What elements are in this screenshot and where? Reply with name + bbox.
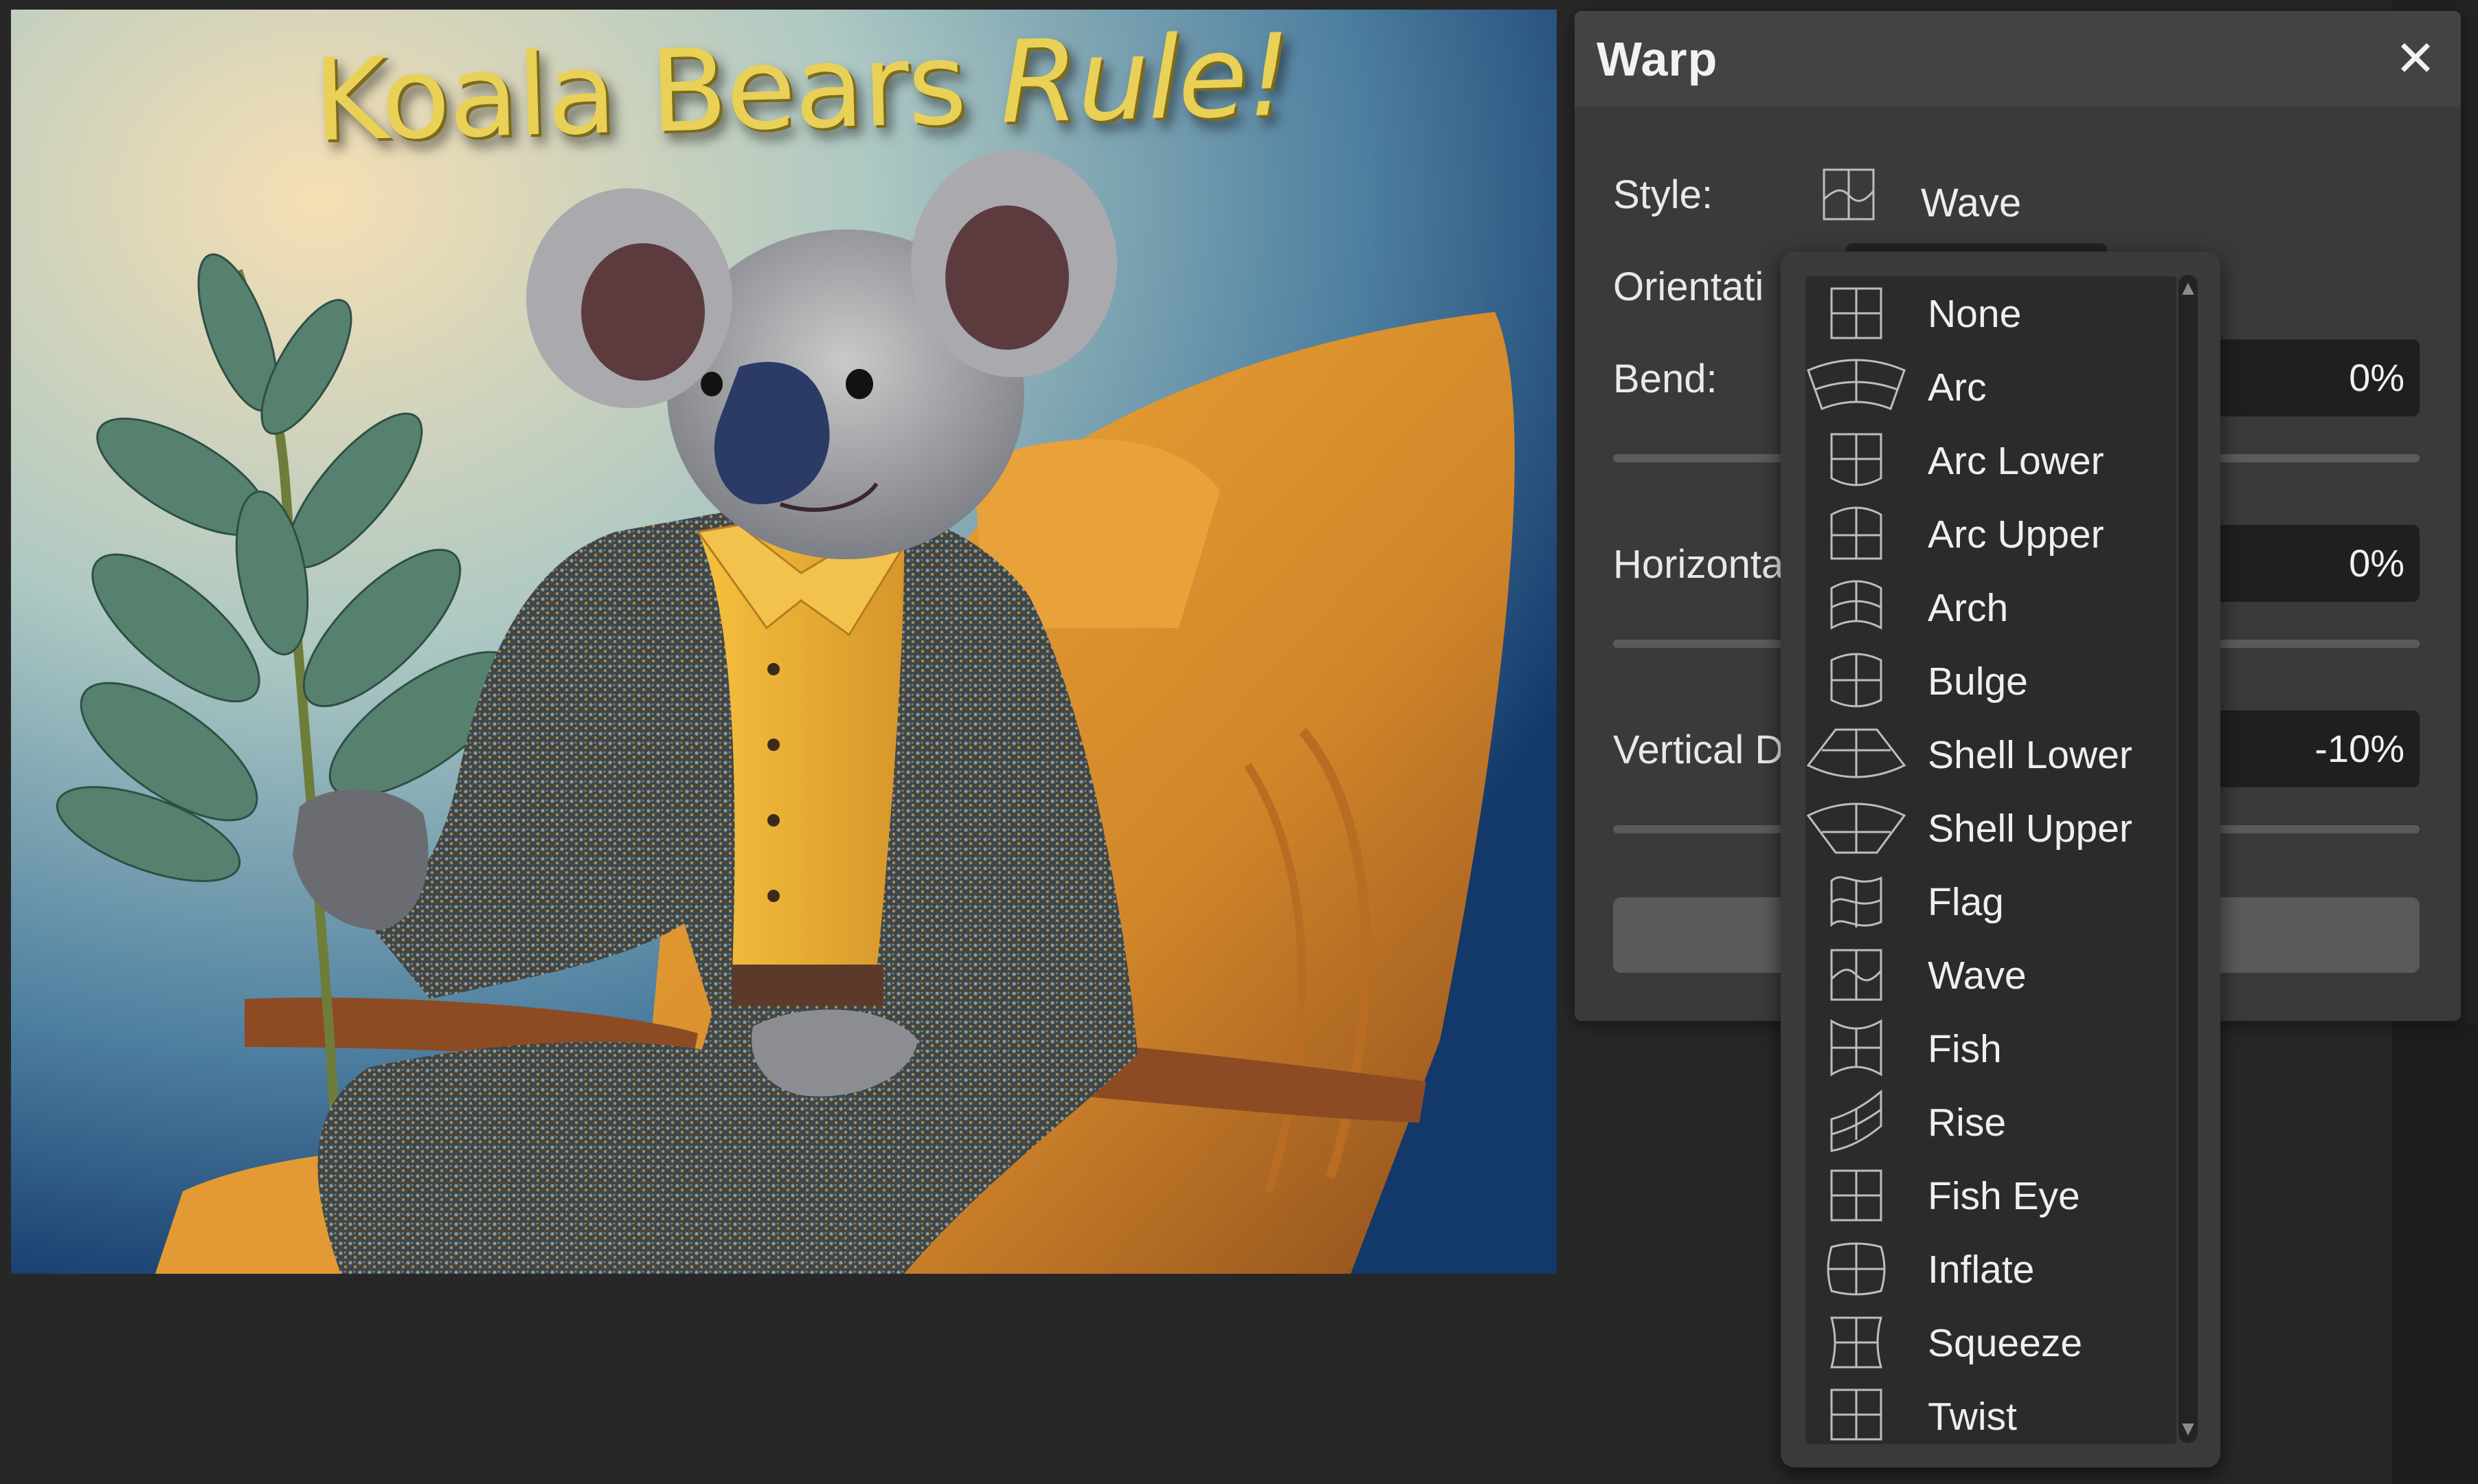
warp-style-option-label: None [1928,292,2022,336]
vertical-distortion-value-field[interactable]: -10% [2214,710,2420,787]
warp-style-option-label: Arc Upper [1928,513,2104,556]
warp-style-option-inflate[interactable]: Inflate [1805,1232,2176,1305]
artwork-title-emphasis: Rule! [998,10,1292,149]
warp-inflate-icon [1827,1242,1886,1296]
bend-label: Bend: [1613,357,1717,401]
warp-arc-lower-icon [1830,433,1882,486]
warp-arc-upper-icon [1830,506,1882,560]
horizontal-distortion-label: Horizonta [1613,542,1784,587]
warp-style-option-label: Twist [1928,1395,2017,1439]
warp-style-option-rise[interactable]: Rise [1805,1085,2176,1158]
warp-style-option-bulge[interactable]: Bulge [1805,644,2176,717]
style-dropdown-value[interactable]: Wave [1921,180,2021,226]
orientation-label: Orientati [1613,265,1764,309]
close-button[interactable]: ✕ [2388,32,2443,87]
warp-style-option-shell-lower[interactable]: Shell Lower [1805,717,2176,791]
warp-squeeze-icon [1830,1316,1882,1369]
horizontal-distortion-value-field[interactable]: 0% [2214,525,2420,602]
warp-twist-icon [1830,1389,1882,1441]
artwork-title-text: Koala Bears Rule! [312,10,1292,167]
warp-style-option-label: Flag [1928,880,2004,924]
dropdown-scrollbar[interactable]: ▲ ▼ [2174,275,2202,1443]
warp-style-option-shell-upper[interactable]: Shell Upper [1805,791,2176,864]
right-panel-lower-strip [2392,1024,2478,1484]
warp-style-option-label: Bulge [1928,660,2028,704]
warp-arc-icon [1807,359,1906,410]
warp-style-option-twist[interactable]: Twist [1805,1379,2176,1452]
warp-style-option-wave[interactable]: Wave [1805,938,2176,1011]
scroll-up-arrow-icon[interactable]: ▲ [2174,275,2202,302]
warp-shell-lower-icon [1806,728,1906,778]
style-label: Style: [1613,172,1713,217]
warp-style-option-label: Arch [1928,586,2009,630]
bend-value-field[interactable]: 0% [2214,339,2420,416]
warp-style-option-label: Fish [1928,1027,2002,1071]
warp-shell-upper-icon [1806,802,1906,854]
warp-none-icon [1830,287,1882,339]
warp-style-option-label: Shell Lower [1928,733,2132,777]
warp-style-option-flag[interactable]: Flag [1805,864,2176,938]
warp-style-option-label: Inflate [1928,1248,2035,1292]
warp-style-option-arc-upper[interactable]: Arc Upper [1805,497,2176,570]
warp-fish-icon [1830,1019,1882,1077]
warp-style-option-none[interactable]: None [1805,276,2176,350]
warp-style-option-label: Arc [1928,366,1987,409]
warp-style-option-label: Squeeze [1928,1321,2083,1365]
scroll-down-arrow-icon[interactable]: ▼ [2174,1415,2202,1443]
warp-rise-icon [1830,1089,1882,1152]
warp-style-option-arch[interactable]: Arch [1805,570,2176,644]
artwork-illustration [11,10,1557,1274]
warp-style-option-arc[interactable]: Arc [1805,350,2176,423]
warp-style-option-label: Fish Eye [1928,1174,2080,1218]
wave-style-icon[interactable] [1822,168,1876,221]
artwork-title-main: Koala Bears [311,16,1002,167]
warp-style-option-squeeze[interactable]: Squeeze [1805,1305,2176,1379]
warp-arch-icon [1830,580,1882,630]
warp-style-list: None Arc Arc Lower Arc Upper Arch Bulge … [1805,276,2176,1444]
warp-style-option-label: Arc Lower [1928,439,2104,483]
warp-style-option-label: Shell Upper [1928,807,2132,851]
warp-panel-header: Warp ✕ [1575,11,2461,107]
warp-wave-icon [1830,949,1882,1001]
scrollbar-track[interactable] [2178,275,2198,1443]
warp-fish-eye-icon [1830,1169,1882,1222]
koala-artwork-image[interactable]: Koala Bears Rule! [11,10,1557,1274]
warp-bulge-icon [1830,653,1882,708]
warp-style-option-label: Wave [1928,954,2027,998]
warp-flag-icon [1830,876,1882,928]
warp-style-option-arc-lower[interactable]: Arc Lower [1805,423,2176,497]
warp-style-dropdown: None Arc Arc Lower Arc Upper Arch Bulge … [1781,251,2220,1468]
panel-title: Warp [1597,32,1718,86]
warp-style-option-label: Rise [1928,1101,2007,1145]
vertical-distortion-label: Vertical D [1613,728,1784,772]
warp-style-option-fish-eye[interactable]: Fish Eye [1805,1158,2176,1232]
warp-style-option-fish[interactable]: Fish [1805,1011,2176,1085]
